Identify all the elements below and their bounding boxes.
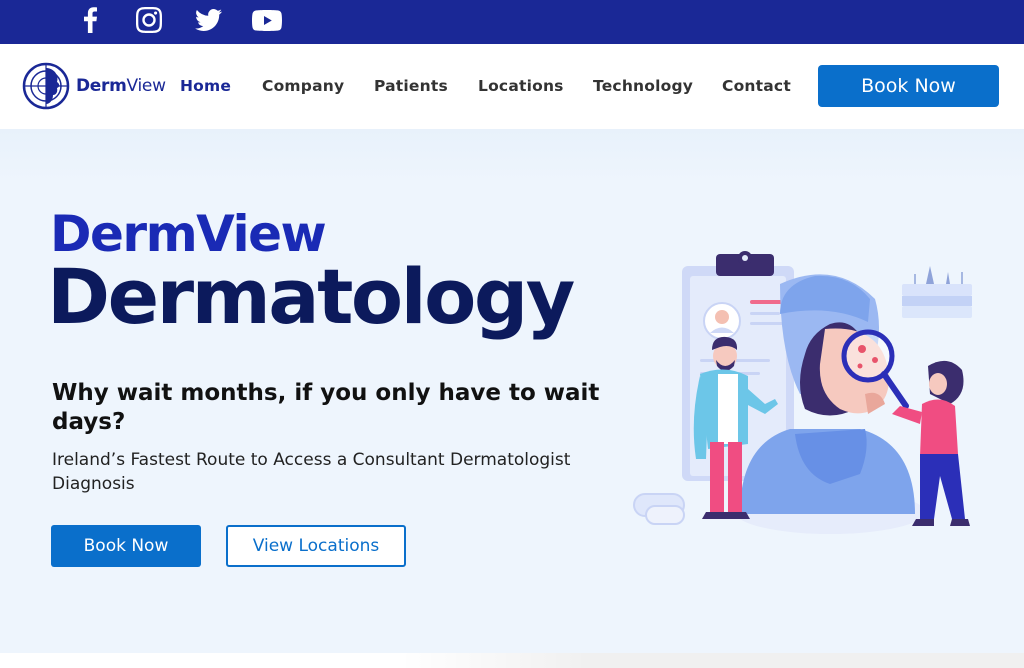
dermatology-illustration [633,251,972,534]
hero-book-now-button[interactable]: Book Now [51,525,201,567]
nav-link-patients[interactable]: Patients [374,77,448,95]
social-bar [0,0,1024,44]
nav-link-locations[interactable]: Locations [478,77,564,95]
nav-link-company[interactable]: Company [262,77,344,95]
hero-section: DermView Dermatology Why wait months, if… [0,129,1024,653]
hero-heading: Why wait months, if you only have to wai… [52,380,600,435]
hero-subheading: Ireland’s Fastest Route to Access a Cons… [52,450,571,494]
navbar: DermView Home Company Patients Locations… [0,44,1024,129]
facebook-icon[interactable] [73,5,107,35]
nav-link-home[interactable]: Home [180,77,231,95]
hero-title: Dermatology [47,252,575,341]
skin-layer-illustration [902,266,972,318]
twitter-icon[interactable] [191,5,225,35]
logo-text: DermView [76,76,166,96]
view-locations-button[interactable]: View Locations [226,525,406,567]
nav-link-contact[interactable]: Contact [722,77,791,95]
logo-icon [22,62,70,110]
logo[interactable]: DermView [22,62,168,110]
pills-illustration [633,493,685,525]
section-shadow [400,653,1024,668]
nav-book-now-button[interactable]: Book Now [818,65,999,107]
nav-link-technology[interactable]: Technology [593,77,693,95]
instagram-icon[interactable] [132,5,166,35]
footer-strip [0,653,1024,668]
youtube-icon[interactable] [250,5,284,35]
